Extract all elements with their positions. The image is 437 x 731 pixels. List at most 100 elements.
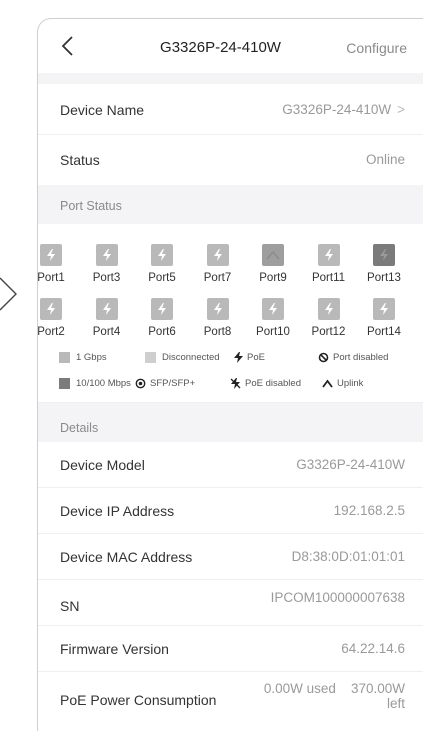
- port-label: Port13: [367, 272, 401, 284]
- port-item[interactable]: Port11: [302, 244, 356, 284]
- legend-port-disabled: Port disabled: [318, 352, 388, 363]
- poe-disabled-icon: [230, 378, 241, 389]
- port-label: Port7: [203, 272, 232, 284]
- device-ip-value: 192.168.2.5: [333, 503, 405, 518]
- port-item[interactable]: Port4: [80, 298, 134, 338]
- port-label: Port12: [311, 326, 346, 338]
- port-label: Port1: [37, 272, 65, 284]
- legend-label: 10/100 Mbps: [76, 378, 131, 389]
- legend-label: Port disabled: [333, 352, 389, 363]
- device-ip-row: Device IP Address 192.168.2.5: [38, 488, 423, 534]
- device-ip-label: Device IP Address: [60, 503, 175, 519]
- port-label: Port11: [311, 272, 346, 284]
- poe-used-value: 0.00W used: [263, 681, 336, 696]
- legend-label: SFP/SFP+: [150, 378, 196, 389]
- legend-swatch: [59, 352, 70, 363]
- port-item[interactable]: Port12: [302, 298, 356, 338]
- spacer: [38, 73, 423, 84]
- port-item[interactable]: Port10: [246, 298, 300, 338]
- sn-row: SN IPCOM100000007638: [38, 580, 423, 626]
- poe-consumption-label: PoE Power Consumption: [60, 692, 217, 708]
- poe-left-word: left: [386, 696, 405, 711]
- legend-label: PoE disabled: [245, 378, 301, 389]
- poe-consumption-row: PoE Power Consumption 0.00W used 370.00W…: [38, 672, 423, 722]
- port-item[interactable]: Port13: [357, 244, 411, 284]
- legend-poe: PoE: [234, 352, 265, 363]
- device-mac-row: Device MAC Address D8:38:0D:01:01:01: [38, 534, 423, 580]
- configure-button[interactable]: Configure: [346, 40, 407, 56]
- legend-label: Disconnected: [162, 352, 220, 363]
- device-mac-label: Device MAC Address: [60, 549, 193, 565]
- poe-port-icon: [373, 298, 395, 320]
- poe-port-icon: [317, 244, 340, 266]
- port-item[interactable]: Port14: [357, 298, 411, 338]
- port-item[interactable]: Port6: [135, 298, 189, 338]
- uplink-port-icon: [262, 244, 284, 266]
- poe-port-icon: [206, 298, 229, 320]
- legend-swatch: [145, 352, 156, 363]
- header-bar: G3326P-24-410W Configure: [38, 19, 423, 73]
- port-label: Port9: [259, 272, 287, 284]
- legend-label: 1 Gbps: [76, 352, 107, 363]
- legend-disconnected: Disconnected: [145, 352, 220, 363]
- poe-port-icon: [151, 244, 173, 266]
- sn-label: SN: [60, 598, 80, 614]
- port-label: Port4: [92, 326, 121, 338]
- port-status-panel: Port1 Port3 Port5 Port7 Port9 Port11 Port13 Po…: [38, 224, 423, 403]
- poe-port-icon: [95, 298, 118, 320]
- port-status-title: Port Status: [60, 199, 122, 213]
- port-item[interactable]: Port1: [37, 244, 78, 284]
- poe-consumption-value: 0.00W used 370.00W left: [264, 681, 405, 711]
- port-status-header: Port Status: [38, 185, 423, 224]
- device-name-row[interactable]: Device Name G3326P-24-410W >: [38, 84, 423, 135]
- port-item[interactable]: Port9: [246, 244, 300, 284]
- disabled-circle-icon: [318, 352, 329, 363]
- phone-screen: G3326P-24-410W Configure Device Name G33…: [37, 18, 423, 731]
- port-label: Port10: [256, 326, 290, 338]
- port-item[interactable]: Port8: [191, 298, 245, 338]
- port-item[interactable]: Port2: [37, 298, 78, 338]
- legend-label: PoE: [247, 352, 265, 363]
- legend-10-100mbps: 10/100 Mbps: [59, 378, 131, 389]
- chevron-right-icon: >: [397, 102, 405, 117]
- firmware-label: Firmware Version: [60, 641, 169, 657]
- poe-port-icon: [151, 298, 173, 320]
- status-value: Online: [365, 152, 405, 167]
- legend-label: Uplink: [337, 378, 364, 389]
- chevron-right-icon: [0, 277, 17, 311]
- port-item[interactable]: Port3: [80, 244, 134, 284]
- legend-uplink: Uplink: [322, 378, 363, 389]
- firmware-value: 64.22.14.6: [341, 641, 405, 656]
- poe-port-icon: [262, 298, 284, 320]
- port-label: Port8: [203, 326, 232, 338]
- device-name-value: G3326P-24-410W >: [282, 102, 405, 117]
- device-model-label: Device Model: [60, 457, 145, 473]
- poe-port-icon: [206, 244, 229, 266]
- status-row: Status Online: [38, 135, 423, 185]
- device-model-value: G3326P-24-410W: [296, 457, 405, 472]
- legend-1gbps: 1 Gbps: [59, 352, 107, 363]
- port-item[interactable]: Port7: [191, 244, 245, 284]
- uplink-icon: [322, 379, 333, 388]
- legend-swatch: [59, 378, 70, 389]
- poe-left-value: 370.00W: [350, 681, 405, 696]
- poe-port-icon: [40, 298, 62, 320]
- port-label: Port5: [148, 272, 176, 284]
- poe-port-icon: [40, 244, 62, 266]
- legend-poe-disabled: PoE disabled: [230, 378, 301, 389]
- port-label: Port2: [37, 326, 65, 338]
- details-header: Details: [38, 403, 423, 442]
- details-title: Details: [60, 421, 99, 435]
- device-model-row: Device Model G3326P-24-410W: [38, 442, 423, 488]
- port-label: Port3: [92, 272, 121, 284]
- device-name-label: Device Name: [60, 102, 145, 118]
- status-label: Status: [60, 152, 100, 168]
- port-label: Port14: [367, 326, 401, 338]
- lightning-icon: [234, 352, 243, 363]
- poe-port-icon: [317, 298, 340, 320]
- sn-value: IPCOM100000007638: [270, 590, 405, 605]
- port-item[interactable]: Port5: [135, 244, 189, 284]
- poe-port-icon: [373, 244, 395, 266]
- sfp-icon: [135, 378, 146, 389]
- legend-sfp: SFP/SFP+: [135, 378, 195, 389]
